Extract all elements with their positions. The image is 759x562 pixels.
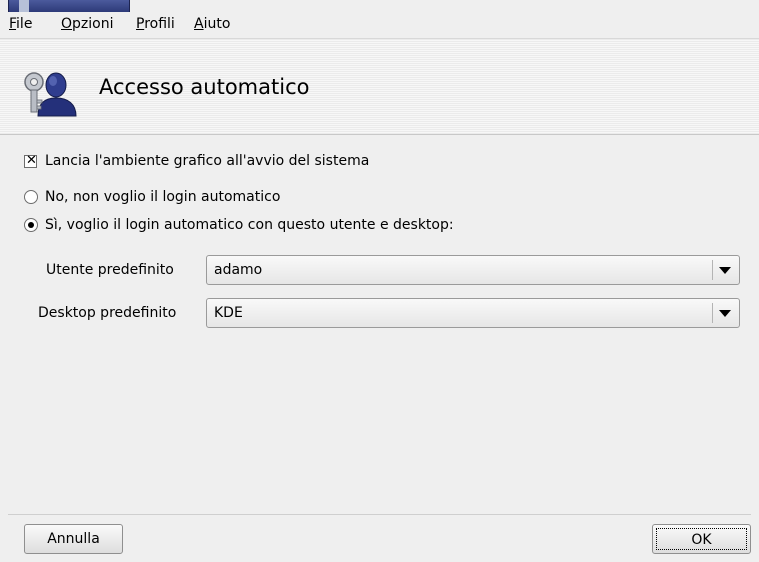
- chevron-down-icon[interactable]: [719, 267, 731, 274]
- menu-file-label: ile: [16, 16, 33, 32]
- user-key-icon: [24, 72, 77, 117]
- menu-file[interactable]: File: [9, 16, 32, 32]
- launch-gui-label: Lancia l'ambiente grafico all'avvio del …: [45, 153, 370, 169]
- launch-gui-checkbox[interactable]: ✕: [24, 152, 37, 168]
- yes-autologin-label: Sì, voglio il login automatico con quest…: [45, 217, 454, 233]
- cancel-button[interactable]: Annulla: [24, 524, 123, 554]
- chevron-down-icon[interactable]: [719, 310, 731, 317]
- desktop-field-label: Desktop predefinito: [38, 305, 177, 321]
- menu-aiuto-accel: A: [194, 16, 204, 32]
- menu-aiuto[interactable]: Aiuto: [194, 16, 230, 32]
- combo-divider: [712, 260, 713, 280]
- window: File Opzioni Profili Aiuto Accesso autom…: [0, 0, 759, 562]
- footer-divider: [8, 514, 751, 515]
- launch-gui-option[interactable]: ✕ Lancia l'ambiente grafico all'avvio de…: [24, 153, 369, 169]
- user-field-label: Utente predefinito: [46, 262, 174, 278]
- menu-opzioni-label: pzioni: [72, 16, 114, 32]
- no-autologin-label: No, non voglio il login automatico: [45, 189, 281, 205]
- desktop-select[interactable]: KDE: [206, 298, 740, 328]
- checkbox-mark-icon: ✕: [26, 152, 37, 168]
- menubar: File Opzioni Profili Aiuto: [0, 12, 759, 38]
- user-select[interactable]: adamo: [206, 255, 740, 285]
- menu-profili-label: rofili: [144, 16, 175, 32]
- no-autologin-option[interactable]: No, non voglio il login automatico: [24, 189, 280, 205]
- yes-autologin-radio[interactable]: [24, 218, 38, 232]
- menu-aiuto-label: iuto: [203, 16, 231, 32]
- menu-file-accel: F: [9, 16, 17, 32]
- desktop-select-value: KDE: [214, 305, 243, 321]
- user-select-value: adamo: [214, 262, 263, 278]
- yes-autologin-option[interactable]: Sì, voglio il login automatico con quest…: [24, 217, 454, 233]
- no-autologin-radio[interactable]: [24, 190, 38, 204]
- header-band: Accesso automatico: [0, 38, 759, 135]
- menu-profili[interactable]: Profili: [136, 16, 175, 32]
- combo-divider: [712, 303, 713, 323]
- menu-opzioni-accel: O: [61, 16, 73, 32]
- menu-profili-accel: P: [136, 16, 145, 32]
- desktop-icon-detail: [19, 0, 29, 12]
- ok-button[interactable]: OK: [652, 524, 751, 554]
- menu-opzioni[interactable]: Opzioni: [61, 16, 113, 32]
- page-title: Accesso automatico: [99, 75, 310, 99]
- radio-selected-dot: [28, 222, 34, 228]
- ok-button-label: OK: [656, 528, 747, 550]
- desktop-icon-fragment: [8, 0, 130, 12]
